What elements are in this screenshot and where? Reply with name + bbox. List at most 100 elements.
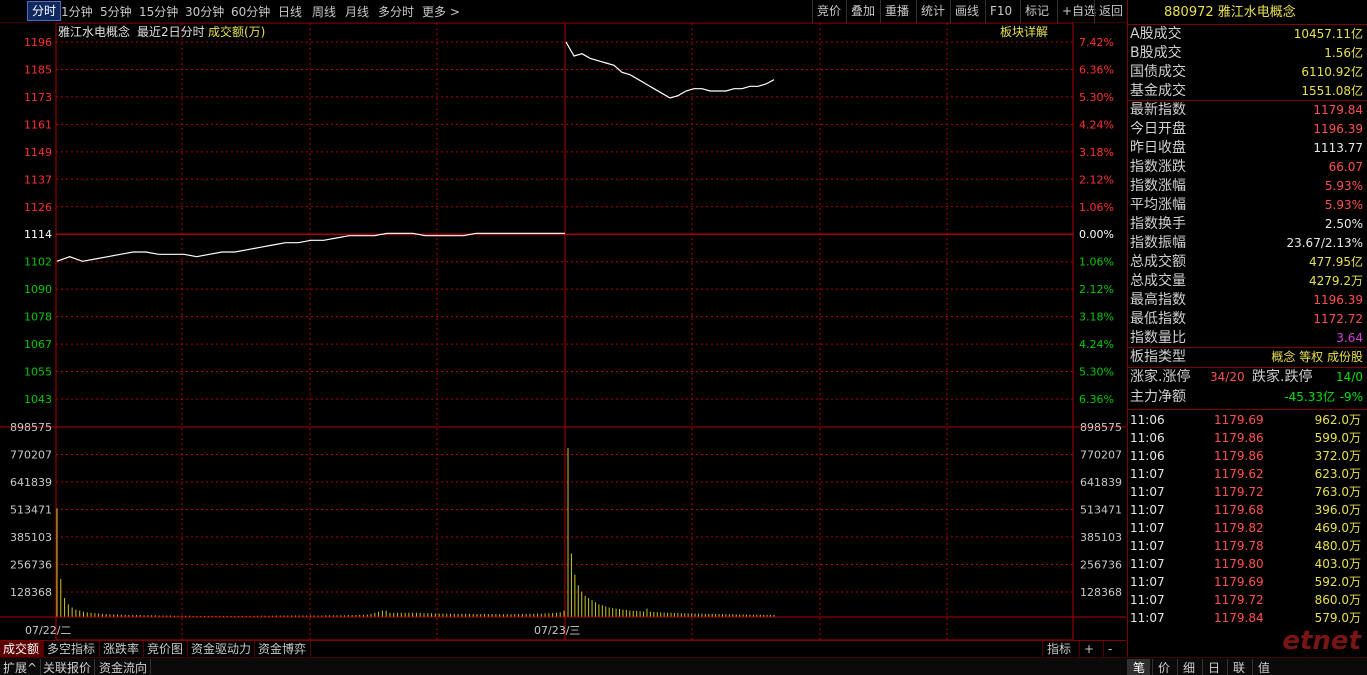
toolbar-action-0[interactable]: 竞价 bbox=[812, 0, 845, 23]
tick-row: 11:06 1179.86 599.0万 bbox=[1128, 429, 1367, 447]
price-line-day2 bbox=[565, 41, 775, 99]
status-item-2[interactable]: 资金流向 bbox=[96, 659, 152, 675]
quote-value: 10457.11亿 bbox=[1293, 27, 1363, 41]
tick-row: 11:07 1179.80 403.0万 bbox=[1128, 555, 1367, 573]
period-tab-5[interactable]: 60分钟 bbox=[231, 3, 270, 20]
tick-price: 1179.72 bbox=[1214, 593, 1264, 607]
vol-label-right: 385103 bbox=[1080, 531, 1122, 544]
tick-row: 11:07 1179.62 623.0万 bbox=[1128, 465, 1367, 483]
period-tab-4[interactable]: 30分钟 bbox=[185, 3, 224, 20]
tick-price: 1179.82 bbox=[1214, 521, 1264, 535]
vol-label-left: 513471 bbox=[10, 504, 52, 517]
indicator-tab-1[interactable]: 多空指标 bbox=[44, 641, 100, 658]
period-tab-9[interactable]: 多分时 bbox=[378, 3, 414, 20]
quote-label: 指数涨跌 bbox=[1130, 159, 1186, 175]
quote-row: 最低指数 1172.72 bbox=[1128, 310, 1367, 329]
toolbar-action-6[interactable]: 标记 bbox=[1020, 0, 1053, 23]
pct-label: 3.18% bbox=[1079, 311, 1114, 324]
intraday-chart[interactable]: 1196 7.42% 1185 6.36% 1173 5.30% 1161 4.24% 1149… bbox=[0, 23, 1126, 640]
indicator-control-1[interactable]: + bbox=[1079, 641, 1098, 658]
quote-row: 最高指数 1196.39 bbox=[1128, 291, 1367, 310]
price-label: 1067 bbox=[24, 338, 52, 351]
tick-list[interactable]: 11:06 1179.69 962.0万 11:06 1179.86 599.0万 11:0… bbox=[1128, 410, 1367, 627]
toolbar-action-3[interactable]: 统计 bbox=[916, 0, 949, 23]
quote-row: 总成交额 477.95亿 bbox=[1128, 253, 1367, 272]
panel-tab-3[interactable]: 日 bbox=[1202, 659, 1225, 675]
period-tab-8[interactable]: 月线 bbox=[345, 3, 369, 20]
toolbar-action-2[interactable]: 重播 bbox=[880, 0, 913, 23]
tick-price: 1179.69 bbox=[1214, 575, 1264, 589]
toolbar-action-4[interactable]: 画线 bbox=[950, 0, 983, 23]
price-label: 1090 bbox=[24, 283, 52, 296]
period-tab-7[interactable]: 周线 bbox=[312, 3, 336, 20]
price-line-day1 bbox=[56, 232, 565, 262]
pct-label: 2.12% bbox=[1079, 283, 1114, 296]
indicator-control-2[interactable]: - bbox=[1103, 641, 1116, 658]
quote-row: B股成交 1.56亿 bbox=[1128, 44, 1367, 63]
quote-row: 总成交量 4279.2万 bbox=[1128, 272, 1367, 291]
toolbar-action-5[interactable]: F10 bbox=[985, 0, 1016, 23]
etnet-watermark: etnet bbox=[1282, 626, 1361, 656]
indicator-tab-3[interactable]: 竞价图 bbox=[144, 641, 188, 658]
status-bar: 扩展^ 关联报价 资金流向 笔价细日联值 bbox=[0, 657, 1367, 675]
price-label: 1043 bbox=[24, 393, 52, 406]
quote-label: 国债成交 bbox=[1130, 64, 1186, 80]
period-tab-3[interactable]: 15分钟 bbox=[139, 3, 178, 20]
tick-price: 1179.84 bbox=[1214, 611, 1264, 625]
panel-tab-4[interactable]: 联 bbox=[1227, 659, 1250, 675]
quote-label: 今日开盘 bbox=[1130, 121, 1186, 137]
price-label: 1173 bbox=[24, 91, 52, 104]
status-item-1[interactable]: 关联报价 bbox=[40, 659, 96, 675]
toolbar-action-8[interactable]: 返回 bbox=[1094, 0, 1127, 23]
panel-tab-2[interactable]: 细 bbox=[1177, 659, 1200, 675]
tick-volume: 592.0万 bbox=[1314, 575, 1361, 589]
net-flow-row: 主力净额 -45.33亿 -9% bbox=[1128, 388, 1367, 410]
pct-label: 1.06% bbox=[1079, 256, 1114, 269]
panel-tab-1[interactable]: 价 bbox=[1152, 659, 1175, 675]
quote-value: 1.56亿 bbox=[1324, 46, 1363, 60]
quote-value: 477.95亿 bbox=[1309, 255, 1363, 269]
vol-label-left: 770207 bbox=[10, 449, 52, 462]
quote-value: 66.07 bbox=[1328, 160, 1363, 174]
indicator-control-0[interactable]: 指标 bbox=[1042, 641, 1075, 658]
vol-label-right: 898575 bbox=[1080, 421, 1122, 434]
tick-time: 11:06 bbox=[1130, 431, 1165, 445]
indicator-tab-0[interactable]: 成交额 bbox=[0, 641, 44, 658]
panel-tab-5[interactable]: 值 bbox=[1252, 659, 1275, 675]
index-name: 雅江水电概念 bbox=[1217, 5, 1296, 20]
panel-tab-0[interactable]: 笔 bbox=[1127, 659, 1150, 675]
quote-value: 2.50% bbox=[1324, 217, 1363, 231]
vol-label-left: 256736 bbox=[10, 559, 52, 572]
tick-price: 1179.62 bbox=[1214, 467, 1264, 481]
period-tab-10[interactable]: 更多 > bbox=[422, 3, 460, 20]
indicator-tab-2[interactable]: 涨跌率 bbox=[100, 641, 144, 658]
indicator-tab-4[interactable]: 资金驱动力 bbox=[188, 641, 255, 658]
price-label: 1161 bbox=[24, 118, 52, 131]
pct-label: 3.18% bbox=[1079, 146, 1114, 159]
status-item-0[interactable]: 扩展^ bbox=[0, 659, 42, 675]
period-tab-1[interactable]: 1分钟 bbox=[61, 3, 93, 20]
quote-label: 指数量比 bbox=[1130, 330, 1186, 346]
chart-metric: 成交额(万) bbox=[208, 24, 265, 39]
quote-row: 指数量比 3.64 bbox=[1128, 329, 1367, 348]
quote-value: 1179.84 bbox=[1313, 103, 1363, 117]
quote-value: 3.64 bbox=[1336, 331, 1363, 345]
toolbar-action-1[interactable]: 叠加 bbox=[846, 0, 879, 23]
vol-label-left: 385103 bbox=[10, 531, 52, 544]
tick-row: 11:06 1179.86 372.0万 bbox=[1128, 447, 1367, 465]
quote-value: 6110.92亿 bbox=[1301, 65, 1363, 79]
vol-label-right: 641839 bbox=[1080, 476, 1122, 489]
date-label-day1: 07/22/二 bbox=[25, 624, 71, 637]
quote-row: 基金成交 1551.08亿 bbox=[1128, 82, 1367, 101]
period-tab-2[interactable]: 5分钟 bbox=[100, 3, 132, 20]
period-tab-6[interactable]: 日线 bbox=[278, 3, 302, 20]
sector-detail-link[interactable]: 板块详解 bbox=[1000, 24, 1048, 39]
price-label: 1078 bbox=[24, 311, 52, 324]
tick-price: 1179.78 bbox=[1214, 539, 1264, 553]
date-label-day2: 07/23/三 bbox=[534, 624, 580, 637]
quote-row: A股成交 10457.11亿 bbox=[1128, 25, 1367, 44]
period-tab-0[interactable]: 分时 bbox=[27, 1, 62, 21]
indicator-tab-5[interactable]: 资金博弈 bbox=[255, 641, 311, 658]
price-label: 1149 bbox=[24, 146, 52, 159]
tick-row: 11:07 1179.72 763.0万 bbox=[1128, 483, 1367, 501]
